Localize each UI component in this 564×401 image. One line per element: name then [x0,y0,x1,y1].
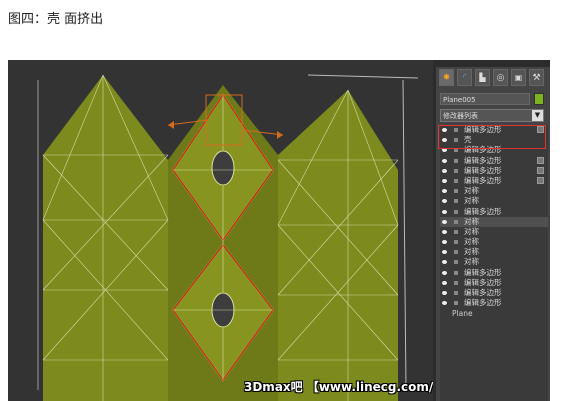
perspective-viewport[interactable]: 3Dmax吧 【www.linecg.com/tieba/1771】 [8,60,433,401]
toggle-icon[interactable] [454,240,458,245]
chevron-down-icon: ▼ [532,110,543,121]
toggle-icon[interactable] [454,229,458,234]
modifier-label: 对称 [464,226,479,236]
mesh-render [37,74,419,401]
eye-icon[interactable] [442,301,447,306]
object-name-field[interactable]: Plane005 [440,93,530,105]
modifier-stack: 编辑多边形壳编辑多边形 编辑多边形 编辑多边形 编辑多边形 对称 对称 编辑多边形 对称 对称对… [440,125,548,401]
eye-icon[interactable] [442,240,447,245]
modifier-stack-item[interactable]: 对称 [440,237,548,247]
modifier-list-label: 修改器列表 [443,112,478,120]
modifier-label: 编辑多边形 [464,298,502,308]
modifier-stack-item[interactable]: 编辑多边形 [440,207,548,217]
eye-icon[interactable] [442,291,447,295]
eye-icon[interactable] [442,270,447,275]
eye-icon[interactable] [442,260,447,265]
object-color-swatch[interactable] [534,93,544,105]
toggle-icon[interactable] [454,291,458,295]
modifier-label: 对称 [464,257,479,267]
eye-icon[interactable] [442,158,447,163]
toggle-icon[interactable] [454,280,458,285]
config-box-icon[interactable] [537,156,544,164]
toggle-icon[interactable] [454,270,458,275]
config-box-icon[interactable] [537,176,544,184]
modifier-stack-item[interactable]: 编辑多边形 [440,268,548,278]
config-box-icon[interactable] [537,166,544,174]
command-panel: ✸ ◜ ▙ ◎ ▣ ⚒ Plane005 修改器列表 ▼ 编辑多边形壳编辑多边形… [436,67,550,401]
toggle-icon[interactable] [454,189,458,194]
hierarchy-tab-icon[interactable]: ▙ [475,69,490,86]
modifier-stack-item[interactable]: 编辑多边形 [440,156,548,166]
modifier-stack-item[interactable]: 编辑多边形 [440,278,548,288]
base-object-item[interactable]: Plane [440,308,548,320]
modifier-label: 编辑多边形 [464,277,502,287]
modifier-stack-item[interactable]: 对称 [440,227,548,237]
eye-icon[interactable] [442,250,447,255]
modifier-label: 对称 [464,247,479,257]
toggle-icon[interactable] [454,209,458,214]
modifier-label: 对称 [464,237,479,247]
eye-icon[interactable] [442,189,447,194]
3dsmax-window: 3Dmax吧 【www.linecg.com/tieba/1771】 ✸ ◜ ▙… [8,60,550,401]
modifier-label: 编辑多边形 [464,155,502,165]
utilities-tab-icon[interactable]: ⚒ [529,69,544,86]
toggle-icon[interactable] [454,158,458,163]
eye-icon[interactable] [442,209,447,214]
modifier-label: 编辑多边形 [464,165,502,175]
eye-icon[interactable] [442,199,447,204]
display-tab-icon[interactable]: ▣ [511,69,526,86]
modifier-label: 编辑多边形 [464,206,502,216]
command-panel-tabs: ✸ ◜ ▙ ◎ ▣ ⚒ [436,69,553,89]
eye-icon[interactable] [442,280,447,285]
modifier-stack-item[interactable]: 对称 [440,196,548,206]
modify-tab-icon[interactable]: ◜ [457,69,472,86]
modifier-stack-item[interactable]: 编辑多边形 [440,176,548,186]
modifier-stack-item[interactable]: 编辑多边形 [440,166,548,176]
modifier-stack-item[interactable]: 对称 [440,257,548,267]
eye-icon[interactable] [442,229,447,234]
toggle-icon[interactable] [454,178,458,183]
modifier-label: 编辑多边形 [464,288,502,297]
toggle-icon[interactable] [454,168,458,173]
eye-icon[interactable] [442,219,447,224]
modifier-stack-item[interactable]: 对称 [440,216,548,227]
toggle-icon[interactable] [454,301,458,306]
watermark: 3Dmax吧 【www.linecg.com/tieba/1771】 [244,380,433,394]
modifier-label: 对称 [464,216,479,226]
modifier-label: 编辑多边形 [464,175,502,185]
eye-icon[interactable] [442,168,447,173]
modifier-label: 对称 [464,186,479,196]
selection-highlight-box [438,125,546,149]
modifier-stack-item[interactable]: 对称 [440,186,548,196]
modifier-stack-item[interactable]: 编辑多边形 [440,298,548,308]
modifier-stack-item[interactable]: 编辑多边形 [440,288,548,298]
caption: 图四：壳 面挤出 [8,12,104,27]
toggle-icon[interactable] [454,199,458,204]
toggle-icon[interactable] [454,219,458,224]
toggle-icon[interactable] [454,260,458,265]
modifier-stack-item[interactable]: 对称 [440,247,548,257]
modifier-label: 对称 [464,196,479,206]
create-tab-icon[interactable]: ✸ [439,69,454,86]
modifier-label: 编辑多边形 [464,267,502,277]
motion-tab-icon[interactable]: ◎ [493,69,508,86]
eye-icon[interactable] [442,178,447,183]
toggle-icon[interactable] [454,250,458,255]
modifier-list-dropdown[interactable]: 修改器列表 ▼ [440,109,544,122]
